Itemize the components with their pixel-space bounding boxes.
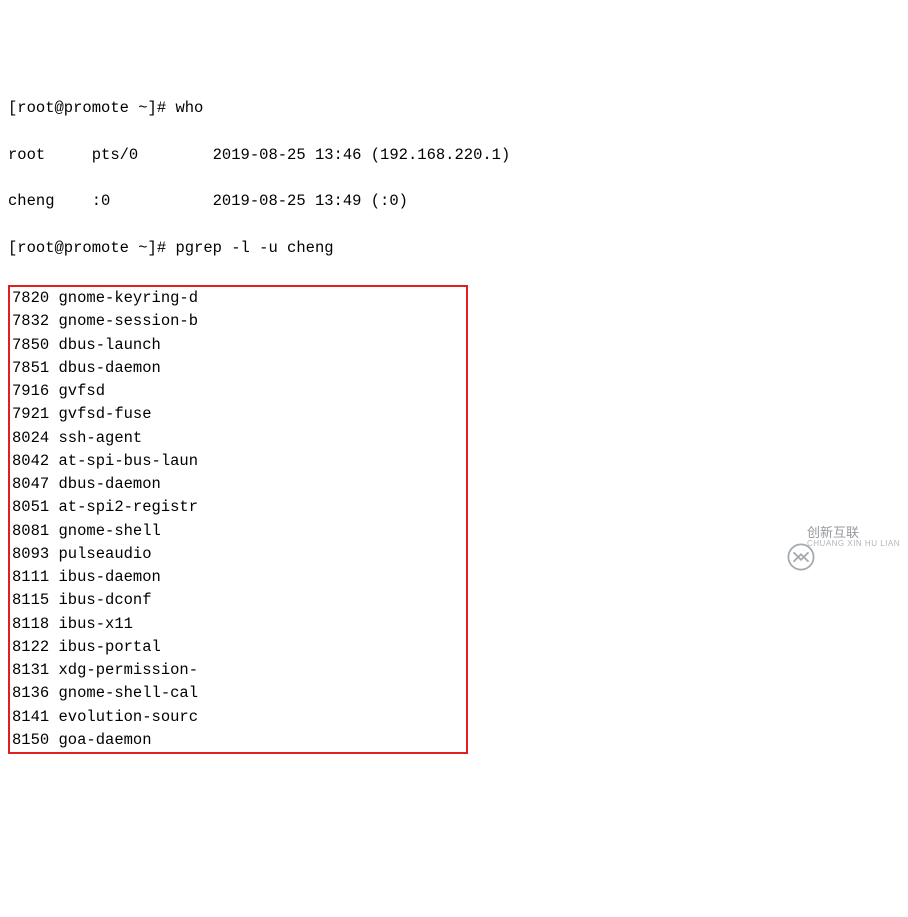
- shell-prompt: [root@promote ~]#: [8, 99, 175, 117]
- process-row: 8093 pulseaudio: [12, 543, 464, 566]
- command-who: who: [175, 99, 203, 117]
- who-output-row: root pts/0 2019-08-25 13:46 (192.168.220…: [8, 144, 900, 167]
- process-row: 8047 dbus-daemon: [12, 473, 464, 496]
- process-row: 8115 ibus-dconf: [12, 589, 464, 612]
- process-row: 7921 gvfsd-fuse: [12, 403, 464, 426]
- process-row: 8131 xdg-permission-: [12, 659, 464, 682]
- shell-prompt: [root@promote ~]#: [8, 239, 175, 257]
- process-row: 8111 ibus-daemon: [12, 566, 464, 589]
- who-output-row: cheng :0 2019-08-25 13:49 (:0): [8, 190, 900, 213]
- watermark-logo-icon: [773, 523, 801, 551]
- process-row: 8024 ssh-agent: [12, 427, 464, 450]
- watermark: 创新互联 CHUANG XIN HU LIAN: [773, 523, 900, 551]
- prompt-line-2: [root@promote ~]# pgrep -l -u cheng: [8, 237, 900, 260]
- process-row: 8042 at-spi-bus-laun: [12, 450, 464, 473]
- process-row: 8141 evolution-sourc: [12, 706, 464, 729]
- process-row: 7820 gnome-keyring-d: [12, 287, 464, 310]
- process-row: 8051 at-spi2-registr: [12, 496, 464, 519]
- command-pgrep: pgrep -l -u cheng: [175, 239, 333, 257]
- process-row: 7916 gvfsd: [12, 380, 464, 403]
- process-row: 8081 gnome-shell: [12, 520, 464, 543]
- prompt-line-1: [root@promote ~]# who: [8, 97, 900, 120]
- process-row: 8122 ibus-portal: [12, 636, 464, 659]
- watermark-main: 创新互联: [807, 526, 900, 540]
- process-row: 7850 dbus-launch: [12, 334, 464, 357]
- watermark-sub: CHUANG XIN HU LIAN: [807, 540, 900, 548]
- process-row: 8118 ibus-x11: [12, 613, 464, 636]
- process-row: 7851 dbus-daemon: [12, 357, 464, 380]
- process-row: 8136 gnome-shell-cal: [12, 682, 464, 705]
- process-row: 8150 goa-daemon: [12, 729, 464, 752]
- process-row: 7832 gnome-session-b: [12, 310, 464, 333]
- pgrep-output-box: 7820 gnome-keyring-d7832 gnome-session-b…: [8, 285, 468, 754]
